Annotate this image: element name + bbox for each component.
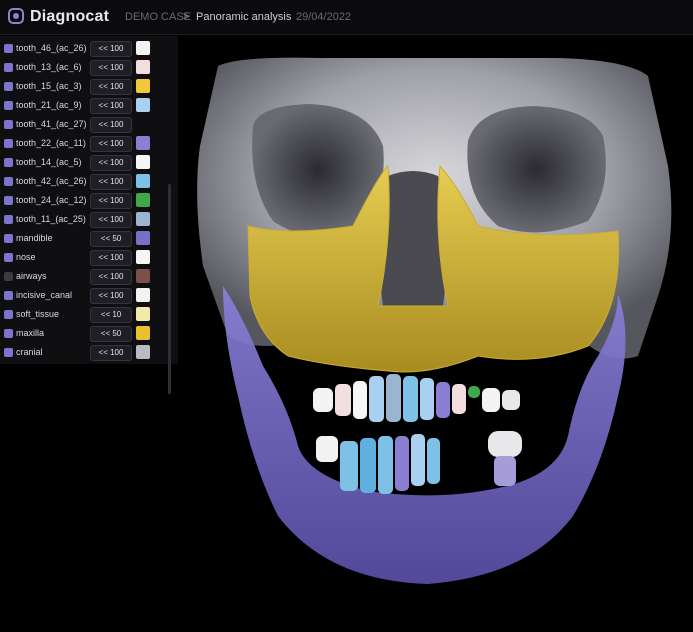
app-name: Diagnocat bbox=[30, 8, 110, 25]
layer-label: tooth_21_(ac_9) bbox=[16, 100, 82, 110]
layer-visibility-checkbox[interactable] bbox=[4, 158, 13, 167]
layer-opacity-control[interactable]: << 50 bbox=[90, 231, 132, 247]
layer-color-swatch[interactable] bbox=[136, 231, 150, 245]
skull-render bbox=[197, 57, 672, 584]
layer-opacity-control[interactable]: << 100 bbox=[90, 117, 132, 133]
layer-opacity-control[interactable]: << 100 bbox=[90, 345, 132, 361]
layer-label: tooth_13_(ac_6) bbox=[16, 62, 82, 72]
layer-row[interactable]: tooth_13_(ac_6) << 100 bbox=[0, 59, 178, 77]
layer-label: tooth_41_(ac_27) bbox=[16, 119, 87, 129]
layer-color-swatch[interactable] bbox=[136, 136, 150, 150]
layer-row[interactable]: incisive_canal << 100 bbox=[0, 287, 178, 305]
lower-teeth bbox=[316, 431, 522, 494]
layer-visibility-checkbox[interactable] bbox=[4, 196, 13, 205]
layer-color-swatch[interactable] bbox=[136, 79, 150, 93]
right-orbit bbox=[467, 106, 606, 233]
breadcrumb-date: 29/04/2022 bbox=[296, 11, 352, 23]
layer-color-swatch[interactable] bbox=[136, 60, 150, 74]
layer-label: tooth_11_(ac_25) bbox=[16, 214, 86, 224]
layer-row[interactable]: nose << 100 bbox=[0, 249, 178, 267]
layer-color-swatch[interactable] bbox=[136, 98, 150, 112]
breadcrumb-page-title: Panoramic analysis bbox=[196, 11, 292, 23]
breadcrumb-separator: > bbox=[183, 11, 190, 23]
layer-label: tooth_22_(ac_11) bbox=[16, 138, 86, 148]
layer-label: tooth_14_(ac_5) bbox=[16, 157, 82, 167]
layer-color-swatch[interactable] bbox=[136, 345, 150, 359]
layer-opacity-control[interactable]: << 100 bbox=[90, 212, 132, 228]
layer-opacity-control[interactable]: << 100 bbox=[90, 269, 132, 285]
layer-row[interactable]: airways << 100 bbox=[0, 268, 178, 286]
layer-color-swatch[interactable] bbox=[136, 269, 150, 283]
layer-opacity-control[interactable]: << 100 bbox=[90, 79, 132, 95]
layer-opacity-control[interactable]: << 100 bbox=[90, 136, 132, 152]
layer-color-swatch[interactable] bbox=[136, 155, 150, 169]
layer-visibility-checkbox[interactable] bbox=[4, 348, 13, 357]
layer-visibility-checkbox[interactable] bbox=[4, 291, 13, 300]
layer-panel-scrollbar[interactable] bbox=[168, 184, 171, 394]
layer-label: tooth_46_(ac_26) bbox=[16, 43, 87, 53]
layer-label: cranial bbox=[16, 347, 43, 357]
layer-visibility-checkbox[interactable] bbox=[4, 139, 13, 148]
layer-label: tooth_24_(ac_12) bbox=[16, 195, 87, 205]
layer-opacity-control[interactable]: << 100 bbox=[90, 98, 132, 114]
layer-row[interactable]: soft_tissue << 10 bbox=[0, 306, 178, 324]
layer-color-swatch[interactable] bbox=[136, 250, 150, 264]
layer-color-swatch[interactable] bbox=[136, 174, 150, 188]
layer-label: airways bbox=[16, 271, 47, 281]
layer-label: mandible bbox=[16, 233, 53, 243]
layer-opacity-control[interactable]: << 100 bbox=[90, 193, 132, 209]
layer-label: soft_tissue bbox=[16, 309, 60, 319]
layer-visibility-checkbox[interactable] bbox=[4, 101, 13, 110]
top-bar: Diagnocat DEMO CASE > Panoramic analysis… bbox=[0, 0, 693, 35]
layer-row[interactable]: tooth_24_(ac_12) << 100 bbox=[0, 192, 178, 210]
layer-color-swatch[interactable] bbox=[136, 41, 150, 55]
layer-row[interactable]: tooth_15_(ac_3) << 100 bbox=[0, 78, 178, 96]
layer-panel: tooth_46_(ac_26) << 100 tooth_13_(ac_6) << … bbox=[0, 36, 178, 394]
layer-visibility-checkbox[interactable] bbox=[4, 177, 13, 186]
layer-color-swatch[interactable] bbox=[136, 307, 150, 321]
layer-color-swatch[interactable] bbox=[136, 288, 150, 302]
layer-label: tooth_15_(ac_3) bbox=[16, 81, 82, 91]
layer-label: tooth_42_(ac_26) bbox=[16, 176, 87, 186]
upper-teeth bbox=[313, 374, 520, 422]
3d-skull-viewer[interactable] bbox=[178, 36, 693, 627]
diagnocat-logo-icon bbox=[8, 8, 24, 24]
breadcrumb-case[interactable]: DEMO CASE bbox=[125, 11, 191, 23]
layer-opacity-control[interactable]: << 100 bbox=[90, 288, 132, 304]
layer-color-swatch[interactable] bbox=[136, 326, 150, 340]
layer-opacity-control[interactable]: << 100 bbox=[90, 250, 132, 266]
layer-row[interactable]: tooth_41_(ac_27) << 100 bbox=[0, 116, 178, 134]
layer-visibility-checkbox[interactable] bbox=[4, 215, 13, 224]
layer-visibility-checkbox[interactable] bbox=[4, 120, 13, 129]
layer-color-swatch[interactable] bbox=[136, 193, 150, 207]
layer-label: incisive_canal bbox=[16, 290, 73, 300]
layer-visibility-checkbox[interactable] bbox=[4, 253, 13, 262]
layer-visibility-checkbox[interactable] bbox=[4, 82, 13, 91]
layer-row[interactable]: tooth_11_(ac_25) << 100 bbox=[0, 211, 178, 229]
layer-opacity-control[interactable]: << 10 bbox=[90, 307, 132, 323]
layer-row[interactable]: mandible << 50 bbox=[0, 230, 178, 248]
layer-opacity-control[interactable]: << 100 bbox=[90, 155, 132, 171]
layer-label: maxilla bbox=[16, 328, 45, 338]
layer-row[interactable]: tooth_14_(ac_5) << 100 bbox=[0, 154, 178, 172]
layer-visibility-checkbox[interactable] bbox=[4, 44, 13, 53]
layer-opacity-control[interactable]: << 100 bbox=[90, 60, 132, 76]
layer-label: nose bbox=[16, 252, 36, 262]
layer-row[interactable]: cranial << 100 bbox=[0, 344, 178, 362]
layer-visibility-checkbox[interactable] bbox=[4, 63, 13, 72]
layer-row[interactable]: tooth_21_(ac_9) << 100 bbox=[0, 97, 178, 115]
layer-row[interactable]: tooth_46_(ac_26) << 100 bbox=[0, 40, 178, 58]
layer-row[interactable]: tooth_42_(ac_26) << 100 bbox=[0, 173, 178, 191]
layer-opacity-control[interactable]: << 50 bbox=[90, 326, 132, 342]
layer-visibility-checkbox[interactable] bbox=[4, 272, 13, 281]
layer-row[interactable]: tooth_22_(ac_11) << 100 bbox=[0, 135, 178, 153]
layer-visibility-checkbox[interactable] bbox=[4, 234, 13, 243]
layer-visibility-checkbox[interactable] bbox=[4, 310, 13, 319]
layer-opacity-control[interactable]: << 100 bbox=[90, 174, 132, 190]
layer-row[interactable]: maxilla << 50 bbox=[0, 325, 178, 343]
layer-opacity-control[interactable]: << 100 bbox=[90, 41, 132, 57]
layer-color-swatch[interactable] bbox=[136, 212, 150, 226]
layer-visibility-checkbox[interactable] bbox=[4, 329, 13, 338]
